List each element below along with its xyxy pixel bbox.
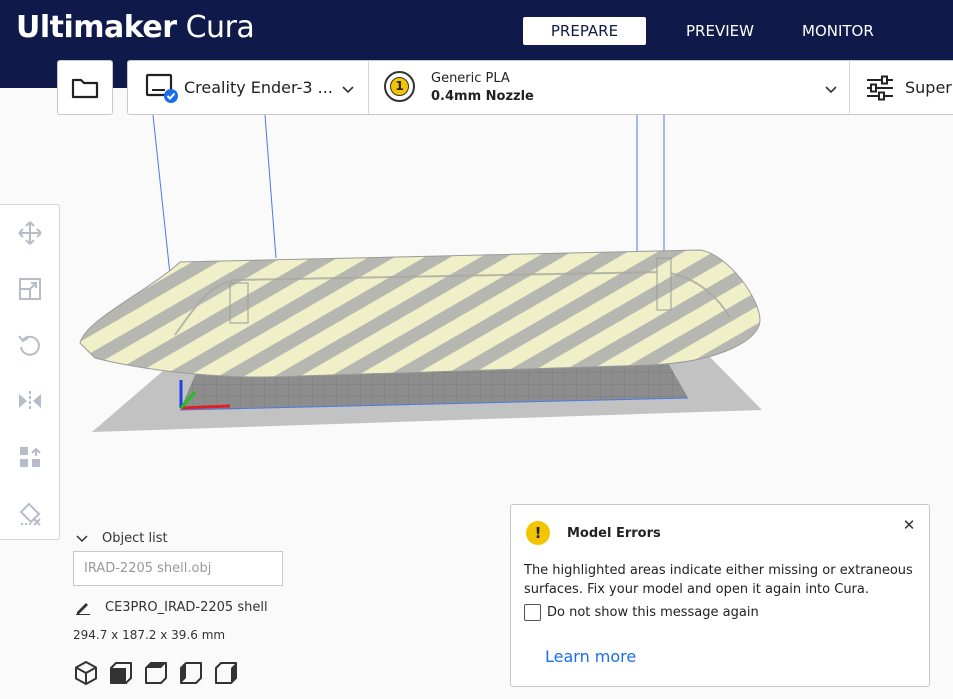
extruder-number: 1 — [390, 77, 409, 96]
per-model-settings-icon — [20, 447, 41, 467]
chevron-down-icon — [341, 80, 355, 99]
mirror-icon — [19, 391, 41, 411]
chevron-down-icon — [824, 80, 838, 99]
view-orientation-buttons — [73, 659, 248, 687]
view-front-button[interactable] — [108, 659, 143, 687]
scale-icon — [19, 278, 41, 300]
object-list-file[interactable]: IRAD-2205 shell.obj — [73, 551, 283, 586]
close-icon[interactable]: ✕ — [901, 517, 917, 533]
dialog-message: The highlighted areas indicate either mi… — [524, 563, 913, 597]
mirror-tool-button[interactable] — [14, 385, 46, 417]
3d-view-icon — [75, 661, 97, 685]
stage-tabs: PREPARE PREVIEW MONITOR — [523, 17, 906, 45]
tab-preview[interactable]: PREVIEW — [658, 17, 782, 45]
x-axis — [180, 404, 231, 410]
material-name: Generic PLA — [431, 71, 510, 86]
view-right-button[interactable] — [213, 659, 248, 687]
printer-icon — [145, 72, 179, 108]
top-view-icon — [145, 662, 167, 684]
right-view-icon — [215, 662, 237, 684]
front-view-icon — [110, 662, 132, 684]
sliders-icon — [865, 75, 895, 105]
per-model-settings-button[interactable] — [14, 441, 46, 473]
dont-show-again-checkbox[interactable]: Do not show this message again — [524, 604, 759, 621]
printer-name: Creality Ender-3 ... — [184, 78, 333, 97]
learn-more-link[interactable]: Learn more — [545, 647, 636, 666]
warning-icon: ! — [526, 521, 550, 545]
printer-selector[interactable]: Creality Ender-3 ... — [128, 61, 369, 114]
main-toolbar: Creality Ender-3 ... 1 Generic PLA 0.4mm… — [127, 60, 953, 115]
left-view-icon — [180, 662, 202, 684]
tab-prepare[interactable]: PREPARE — [523, 17, 646, 45]
extruder-icon: 1 — [384, 71, 415, 102]
tool-panel — [0, 204, 60, 540]
view-3d-button[interactable] — [73, 659, 108, 687]
rotate-tool-button[interactable] — [14, 329, 46, 361]
logo-product: Cura — [185, 10, 255, 45]
move-tool-button[interactable] — [14, 217, 46, 249]
model-errors-dialog: ! Model Errors ✕ The highlighted areas i… — [510, 504, 930, 687]
checkbox-label: Do not show this message again — [547, 605, 759, 620]
nozzle-size: 0.4mm Nozzle — [431, 89, 534, 104]
object-list-label: Object list — [102, 531, 168, 546]
object-name: CE3PRO_IRAD-2205 shell — [105, 599, 268, 615]
support-blocker-icon — [19, 502, 41, 526]
build-volume-edge — [264, 114, 277, 259]
tab-monitor[interactable]: MONITOR — [794, 17, 894, 45]
support-blocker-button[interactable] — [14, 497, 46, 529]
checkbox-box[interactable] — [524, 604, 541, 621]
object-dimensions: 294.7 x 187.2 x 39.6 mm — [73, 628, 226, 642]
view-top-button[interactable] — [143, 659, 178, 687]
pencil-icon — [76, 603, 90, 615]
settings-label: Super — [905, 78, 952, 97]
rotate-icon — [18, 335, 40, 356]
material-selector[interactable]: 1 Generic PLA 0.4mm Nozzle — [370, 61, 850, 114]
open-file-button[interactable] — [57, 60, 113, 115]
object-list-toggle[interactable]: Object list — [76, 531, 168, 546]
move-icon — [18, 221, 42, 245]
view-left-button[interactable] — [178, 659, 213, 687]
object-name-row[interactable]: CE3PRO_IRAD-2205 shell — [75, 599, 268, 615]
model-post — [229, 282, 249, 324]
model-post — [656, 257, 672, 311]
chevron-down-icon — [76, 534, 88, 542]
dialog-title: Model Errors — [567, 526, 661, 541]
logo-brand: Ultimaker — [16, 10, 177, 45]
app-logo: Ultimaker Cura — [16, 10, 255, 45]
scale-tool-button[interactable] — [14, 273, 46, 305]
folder-icon — [71, 78, 99, 98]
